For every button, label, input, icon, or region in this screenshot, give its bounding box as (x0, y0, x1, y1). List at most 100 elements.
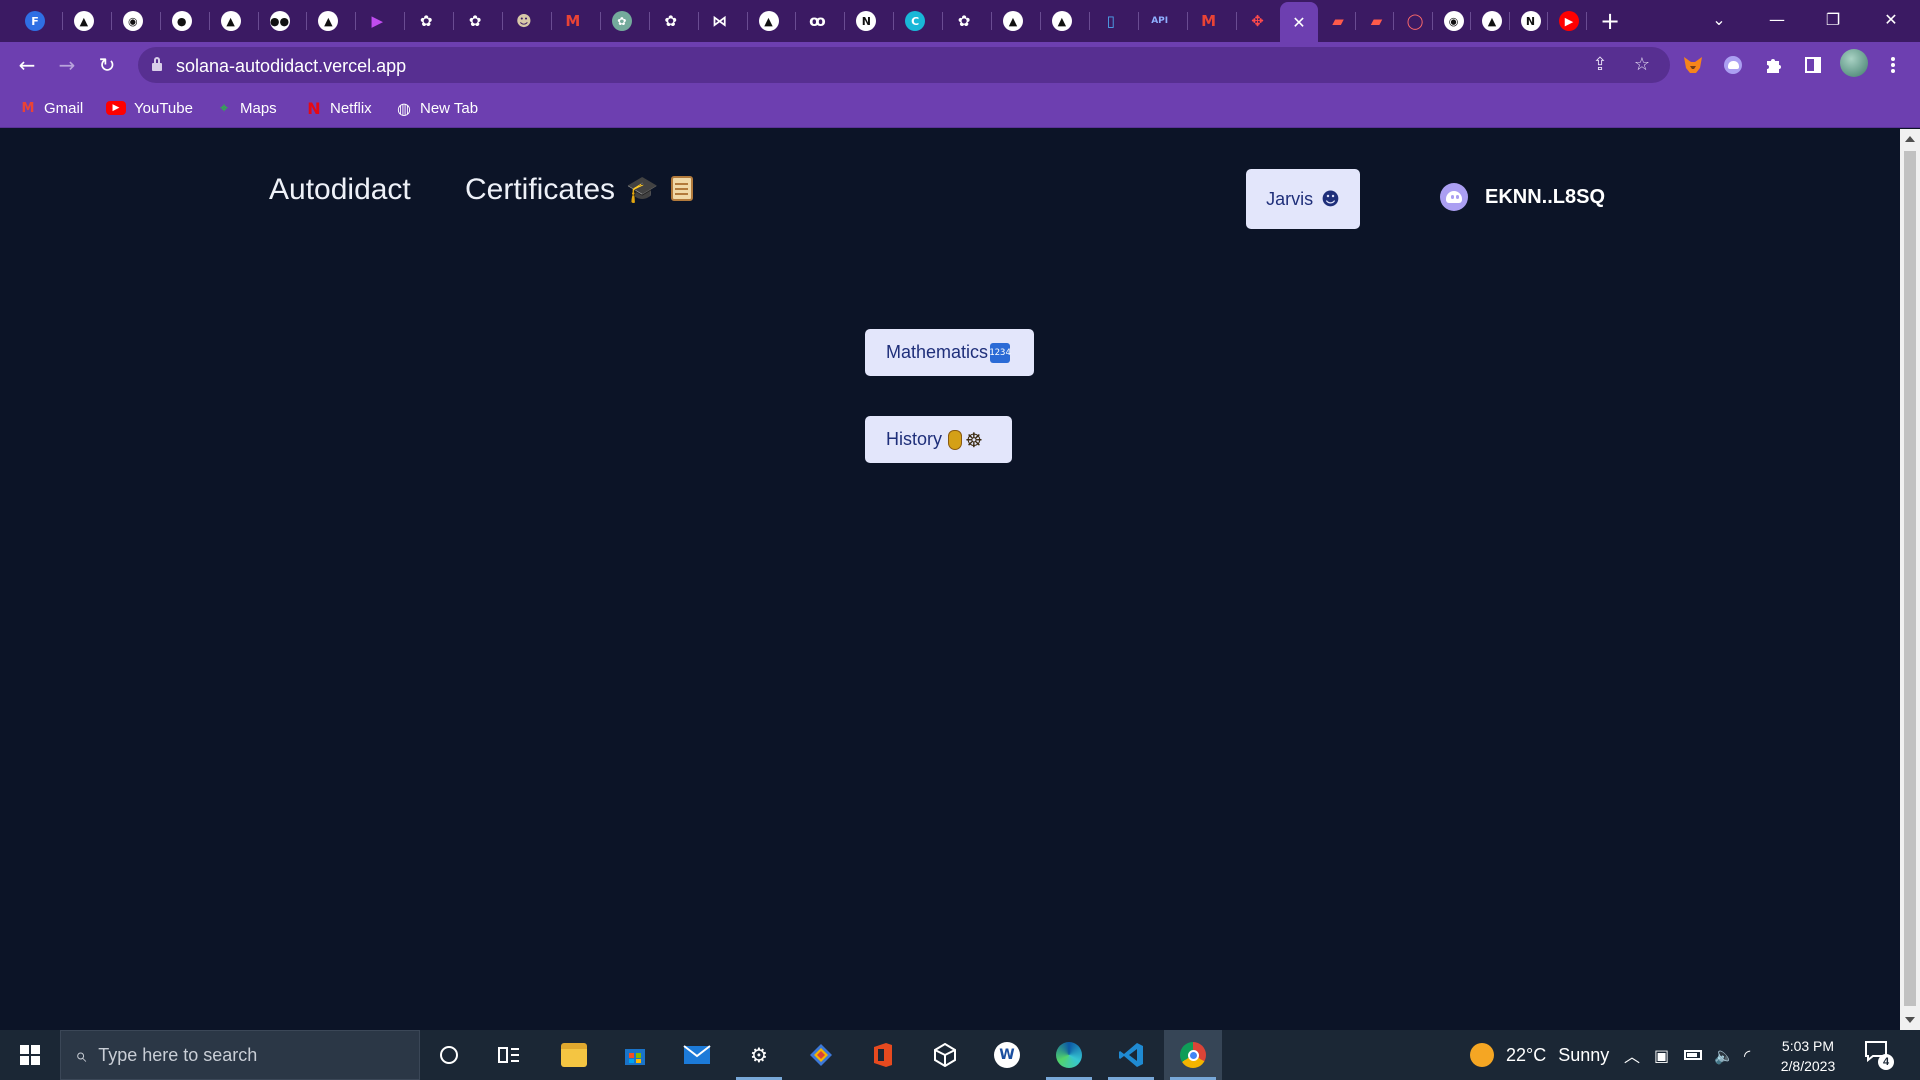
restore-button[interactable]: ❐ (1810, 4, 1856, 36)
profile-avatar[interactable] (1840, 49, 1868, 77)
brand-link[interactable]: Autodidact (269, 173, 411, 207)
browser-tab[interactable]: M (1188, 8, 1230, 34)
unity-icon[interactable] (916, 1030, 974, 1080)
active-tab[interactable]: ✕ (1280, 2, 1318, 42)
browser-tab[interactable]: ◯ (1394, 8, 1436, 34)
browser-tab[interactable]: ● (161, 8, 203, 34)
metamask-extension-icon[interactable] (1678, 50, 1708, 80)
browser-tab[interactable]: ●● (259, 8, 301, 34)
certificates-link[interactable]: Certificates (465, 173, 615, 207)
address-bar[interactable]: solana-autodidact.vercel.app ⇪ ☆ (138, 47, 1670, 83)
taskbar-search-input[interactable]: ⌕ Type here to search (60, 1030, 420, 1080)
browser-tab[interactable]: ▲ (307, 8, 349, 34)
file-explorer-icon[interactable] (545, 1030, 603, 1080)
browser-tab[interactable]: ▲ (992, 8, 1034, 34)
browser-tab[interactable]: M (552, 8, 594, 34)
close-window-button[interactable]: ✕ (1868, 4, 1914, 36)
browser-tab[interactable]: C (894, 8, 936, 34)
microsoft-store-icon[interactable] (606, 1030, 664, 1080)
red-cube-icon: ▰ (1370, 12, 1383, 30)
mathematics-button[interactable]: Mathematics 1234 (865, 329, 1034, 376)
youtube-icon: ▶ (1559, 11, 1579, 31)
vscode-icon[interactable] (1102, 1030, 1160, 1080)
browser-tab[interactable]: ▶ (356, 8, 398, 34)
browser-tab[interactable]: ✿ (650, 8, 692, 34)
bow-tie-icon: ⋈ (712, 12, 728, 30)
reload-button[interactable]: ↻ (92, 50, 122, 80)
browser-tab[interactable]: ▲ (1471, 8, 1513, 34)
task-view-icon[interactable] (480, 1030, 538, 1080)
browser-tab[interactable]: N (1510, 8, 1552, 34)
windows-start-icon[interactable] (0, 1030, 60, 1080)
browser-tab[interactable]: ✿ (943, 8, 985, 34)
cortana-icon[interactable] (420, 1030, 478, 1080)
notion-icon: N (856, 11, 877, 31)
red-diamond-icon: ✥ (1251, 12, 1264, 30)
browser-tab[interactable]: ✿ (601, 8, 643, 34)
bookmark-new-tab[interactable]: ◍ New Tab (396, 96, 478, 120)
wifi-icon[interactable]: ◜ (1744, 1030, 1750, 1080)
phantom-extension-icon[interactable] (1718, 50, 1748, 80)
browser-tab[interactable]: ▰ (1356, 8, 1398, 34)
settings-gear-icon[interactable]: ⚙ (730, 1030, 788, 1080)
bookmark-label: YouTube (134, 99, 193, 117)
minimize-button[interactable]: — (1754, 4, 1800, 36)
bookmark-youtube[interactable]: ▶ YouTube (106, 96, 193, 120)
scroll-down-arrow-icon[interactable] (1905, 1017, 1915, 1023)
word-app-icon[interactable]: W (978, 1030, 1036, 1080)
browser-tab[interactable]: ◉ (1433, 8, 1475, 34)
browser-tab[interactable]: ☻ (503, 8, 545, 34)
chrome-icon[interactable] (1164, 1030, 1222, 1080)
office-icon[interactable] (854, 1030, 912, 1080)
share-icon[interactable]: ⇪ (1588, 53, 1612, 77)
back-button[interactable]: ← (12, 50, 42, 80)
tab-search-button[interactable]: ⌄ (1696, 4, 1742, 36)
new-tab-button[interactable]: + (1596, 7, 1624, 35)
history-button[interactable]: History ☸ (865, 416, 1012, 463)
wallet-button[interactable]: EKNN..L8SQ (1440, 183, 1605, 211)
browser-tab[interactable]: ◉ (112, 8, 154, 34)
browser-tab[interactable]: API (1139, 8, 1181, 34)
browser-tab[interactable]: ▲ (210, 8, 252, 34)
browser-tab[interactable]: N (845, 8, 887, 34)
notification-center-icon[interactable]: 4 (1864, 1040, 1894, 1070)
bookmark-netflix[interactable]: N Netflix (306, 96, 371, 120)
side-panel-icon[interactable] (1798, 50, 1828, 80)
bookmark-gmail[interactable]: M Gmail (20, 96, 84, 120)
extensions-puzzle-icon[interactable] (1758, 50, 1788, 80)
volume-icon[interactable]: 🔈 (1714, 1030, 1734, 1080)
browser-tab[interactable]: ✿ (405, 8, 447, 34)
jarvis-button[interactable]: Jarvis ☻ (1246, 169, 1360, 229)
browser-tab[interactable]: ⋈ (699, 8, 741, 34)
taskbar-clock[interactable]: 5:03 PM 2/8/2023 (1770, 1036, 1846, 1076)
browser-tab[interactable]: ▶ (1548, 8, 1590, 34)
lock-icon[interactable] (152, 57, 162, 71)
edge-icon[interactable] (1040, 1030, 1098, 1080)
page-scrollbar[interactable] (1900, 129, 1920, 1030)
mail-icon[interactable] (668, 1030, 726, 1080)
browser-tab[interactable]: ▲ (1041, 8, 1083, 34)
browser-tab[interactable]: ▯ (1090, 8, 1132, 34)
browser-tab[interactable]: ▰ (1317, 8, 1359, 34)
url-text[interactable]: solana-autodidact.vercel.app (176, 56, 406, 77)
meet-camera-icon[interactable]: ▣ (1654, 1030, 1669, 1080)
battery-icon[interactable] (1684, 1030, 1702, 1080)
browser-tab[interactable]: ▲ (63, 8, 105, 34)
menu-kebab-icon[interactable] (1878, 50, 1908, 80)
browser-tab[interactable]: ▲ (748, 8, 790, 34)
browser-tab[interactable]: ✥ (1237, 8, 1279, 34)
forward-button[interactable]: → (52, 50, 82, 80)
bookmark-label: Maps (240, 99, 277, 117)
browser-tab[interactable]: F (14, 8, 56, 34)
browser-tab[interactable]: ꝏ (796, 8, 838, 34)
git-kraken-icon[interactable] (792, 1030, 850, 1080)
graduation-cap-icon: 🎓 (626, 175, 659, 205)
bookmark-star-icon[interactable]: ☆ (1630, 53, 1654, 77)
close-tab-icon[interactable]: ✕ (1292, 13, 1305, 32)
scroll-up-arrow-icon[interactable] (1905, 136, 1915, 142)
weather-widget[interactable]: 22°C Sunny (1470, 1030, 1609, 1080)
scrollbar-thumb[interactable] (1904, 151, 1916, 1006)
tray-chevron-up-icon[interactable]: ︿ (1624, 1030, 1640, 1080)
browser-tab[interactable]: ✿ (454, 8, 496, 34)
bookmark-maps[interactable]: ⌖ Maps (216, 96, 277, 120)
